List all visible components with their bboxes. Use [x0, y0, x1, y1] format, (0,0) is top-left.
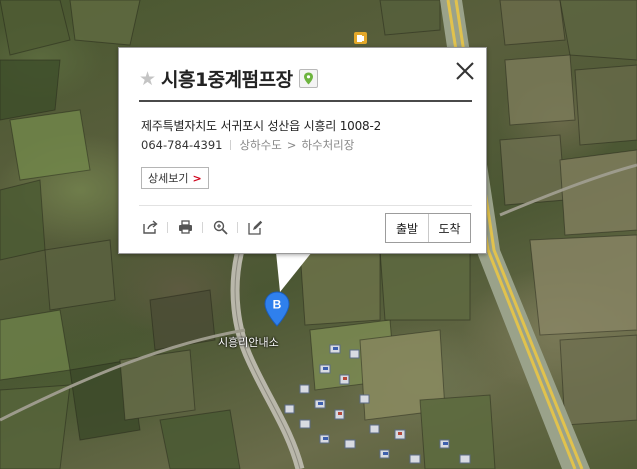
chevron-right-icon: > — [192, 171, 202, 185]
fuel-station-icon[interactable] — [354, 32, 367, 44]
title-row: ★ 시흥1중계펌프장 — [139, 65, 318, 92]
location-marker-b[interactable]: B — [264, 291, 290, 327]
tool-separator — [167, 221, 168, 233]
detail-view-button[interactable]: 상세보기 > — [141, 167, 209, 189]
contact-row: 064-784-4391 상하수도 > 하수처리장 — [141, 137, 354, 153]
place-info-popup: ★ 시흥1중계펌프장 제주특별자치도 서귀포시 성산읍 시흥리 1008-2 0… — [118, 47, 487, 254]
tool-bar — [141, 218, 264, 236]
close-icon[interactable] — [454, 60, 476, 82]
category-child: 하수처리장 — [301, 138, 355, 152]
separator — [230, 140, 232, 150]
title-divider — [139, 100, 472, 102]
edit-icon[interactable] — [246, 218, 264, 236]
map-pin-icon[interactable] — [298, 69, 318, 88]
route-arrive-button[interactable]: 도착 — [428, 214, 470, 242]
detail-view-label: 상세보기 — [148, 172, 189, 185]
map-place-label[interactable]: 시흥리안내소 — [218, 334, 279, 350]
popup-pointer — [276, 252, 312, 292]
route-start-button[interactable]: 출발 — [386, 214, 428, 242]
star-icon[interactable]: ★ — [139, 69, 157, 88]
share-icon[interactable] — [141, 218, 159, 236]
tool-separator — [237, 221, 238, 233]
category-parent: 상하수도 — [239, 138, 282, 152]
address-text: 제주특별자치도 서귀포시 성산읍 시흥리 1008-2 — [141, 119, 382, 133]
tool-separator — [202, 221, 203, 233]
route-button-group: 출발 도착 — [385, 213, 471, 243]
section-divider — [139, 205, 472, 206]
zoom-in-icon[interactable] — [211, 218, 229, 236]
category-arrow-icon: > — [286, 138, 297, 152]
marker-letter: B — [273, 298, 282, 312]
print-icon[interactable] — [176, 218, 194, 236]
place-title[interactable]: 시흥1중계펌프장 — [161, 65, 293, 92]
phone-number[interactable]: 064-784-4391 — [141, 138, 222, 152]
